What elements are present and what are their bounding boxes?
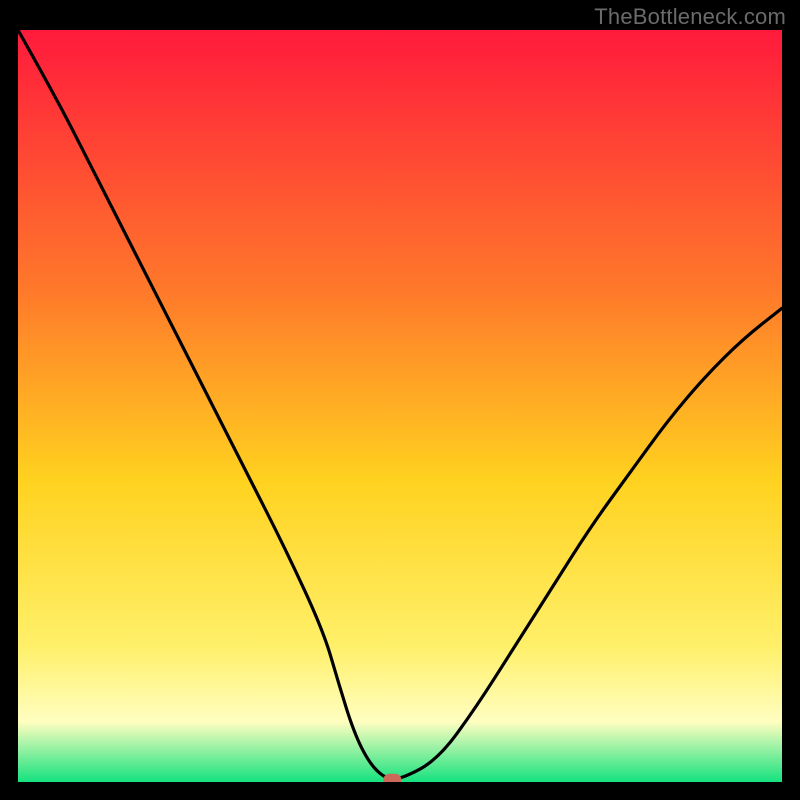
optimal-point-marker <box>383 774 401 782</box>
chart-background <box>18 30 782 782</box>
watermark-text: TheBottleneck.com <box>594 4 786 30</box>
bottleneck-chart <box>18 30 782 782</box>
chart-area <box>18 30 782 782</box>
